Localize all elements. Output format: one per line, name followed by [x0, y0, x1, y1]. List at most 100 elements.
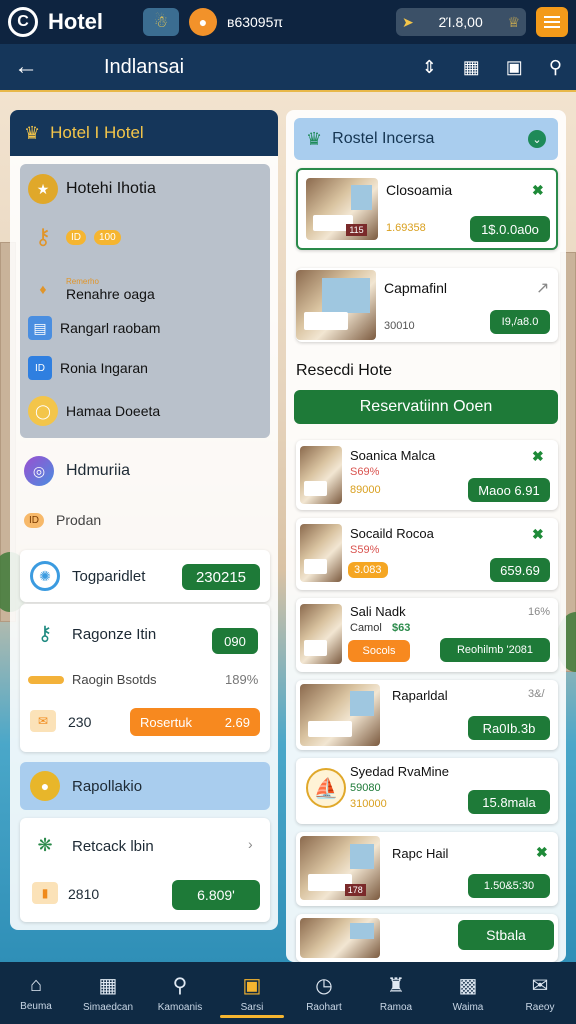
- menu-item-label: Hamaa Doeeta: [66, 403, 161, 419]
- orange-row-value: 230: [68, 714, 92, 730]
- prodan-tag: ID: [24, 512, 44, 528]
- tab-label: Waima: [452, 1002, 484, 1013]
- hotel-price-button[interactable]: 1$.0.0a0o: [470, 216, 550, 242]
- menu-item-label: Ronia Ingaran: [60, 360, 148, 376]
- hotel-price-button[interactable]: Maoo 6.91: [468, 478, 550, 502]
- hdmuria-row[interactable]: ◎ Hdmuriia: [24, 456, 130, 486]
- tab-label: Raohart: [306, 1002, 342, 1013]
- hotel-price-button[interactable]: Stbala: [458, 920, 554, 950]
- prodan-row[interactable]: ID Prodan: [24, 512, 101, 528]
- hotel-card[interactable]: Soanica Malca S69% 89000 ✖ Maoo 6.91: [296, 440, 558, 510]
- chevron-right-icon[interactable]: ›: [248, 836, 253, 852]
- calendar-icon: ▦: [98, 975, 118, 997]
- key-icon: ⚷: [37, 622, 53, 645]
- tab-raeoy[interactable]: ✉ Raeoy: [504, 962, 576, 1024]
- tab-simaedcan[interactable]: ▦ Simaedcan: [72, 962, 144, 1024]
- hotel-offer-pill[interactable]: Socols: [348, 640, 410, 662]
- network-icon: ❋: [37, 834, 53, 855]
- hotel-photo: [296, 270, 376, 340]
- hotel-price-button[interactable]: Reohilmb '2081: [440, 638, 550, 662]
- menu-item-renahre[interactable]: ♦ Remerho Renahre oaga: [28, 274, 154, 304]
- hotel-card[interactable]: Sali Nadk Camol $63 16% Socols Reohilmb …: [296, 598, 558, 672]
- progress-value: 189%: [225, 672, 259, 687]
- hotel-points: 310000: [350, 798, 387, 810]
- tab-label: Kamoanis: [157, 1002, 203, 1013]
- togparidlet-button[interactable]: 230215: [182, 564, 260, 590]
- tag-badge: 100: [94, 229, 121, 245]
- expand-icon[interactable]: ⌄: [528, 130, 546, 148]
- check-icon: ✖: [532, 182, 544, 198]
- retack-label[interactable]: Retcack lbin: [72, 838, 154, 855]
- tab-sarsi[interactable]: ▣ Sarsi: [216, 962, 288, 1024]
- filter-icon[interactable]: ⇕: [422, 57, 437, 78]
- medal-icon: ★: [28, 174, 58, 204]
- bellboy-icon[interactable]: ☃: [143, 8, 179, 36]
- reservation-open-button[interactable]: Reservatiinn Ooen: [294, 390, 558, 424]
- hotel-name: Syedad RvaMine: [350, 764, 449, 779]
- message-icon: ✉: [531, 975, 549, 997]
- left-panel-title: Hotel I Hotel: [50, 123, 144, 142]
- hotel-points: 89000: [350, 484, 381, 496]
- hotel-price-button[interactable]: 1.50&5:30: [468, 874, 550, 898]
- back-arrow-icon[interactable]: ←: [14, 53, 44, 81]
- menu-item-tags[interactable]: ⚷ ID 100: [28, 222, 121, 252]
- tab-raohart[interactable]: ◷ Raohart: [288, 962, 360, 1024]
- rapollakio-card[interactable]: ● Rapollakio: [20, 762, 270, 810]
- prodan-label: Prodan: [56, 512, 102, 528]
- menu-item-rangarl[interactable]: ▤ Rangarl raobam: [28, 316, 160, 340]
- feather-icon: ➤: [402, 13, 414, 30]
- bookmark-icon[interactable]: ▦: [463, 57, 480, 78]
- hotel-sub: 30010: [384, 320, 415, 332]
- togparidlet-card[interactable]: ✺ Togparidlet 230215: [20, 550, 270, 602]
- hotel-card[interactable]: Stbala: [296, 914, 558, 962]
- tab-label: Raeoy: [525, 1002, 555, 1013]
- hotel-card[interactable]: Capmafinl ↗ 30010 I9,/a8.0: [296, 268, 558, 342]
- ragonze-button[interactable]: 090: [212, 628, 258, 654]
- wallet-balance[interactable]: ➤ 2Ί.8,00 ♕: [396, 8, 526, 36]
- tab-label: Ramoa: [379, 1002, 413, 1013]
- left-panel-header: ♛ Hotel I Hotel: [10, 110, 278, 156]
- tab-kamoanis[interactable]: ⚲ Kamoanis: [144, 962, 216, 1024]
- hotel-price-button[interactable]: 15.8mala: [468, 790, 550, 814]
- menu-button[interactable]: [536, 7, 568, 37]
- tab-label: Beuma: [20, 1001, 52, 1012]
- menu-item-hotel[interactable]: ★ Hotehi Ihotia: [28, 174, 156, 204]
- ship-icon: ⛵: [306, 768, 346, 808]
- search-icon[interactable]: ⚲: [549, 57, 562, 78]
- hotel-sub: 59080: [350, 782, 381, 794]
- tab-beuma[interactable]: ⌂ Beuma: [0, 962, 72, 1024]
- hotel-card[interactable]: ⛵ Syedad RvaMine 59080 310000 15.8mala: [296, 758, 558, 824]
- check-icon: ✖: [532, 526, 544, 542]
- menu-item-ronia[interactable]: ID Ronia Ingaran: [28, 356, 148, 380]
- check-icon: ✖: [536, 844, 548, 860]
- menu-item-hamaa[interactable]: ◯ Hamaa Doeeta: [28, 396, 160, 426]
- bottom-row-button[interactable]: 6.809': [172, 880, 260, 910]
- coin-icon[interactable]: ●: [189, 8, 217, 36]
- status-bar: C Hotel ☃ ● ʙ63095π ➤ 2Ί.8,00 ♕: [0, 0, 576, 44]
- hotel-price-button[interactable]: 659.69: [490, 558, 550, 582]
- hotel-card[interactable]: 178 Rapc Hail ✖ 1.50&5:30: [296, 832, 558, 906]
- folder-icon: ▮: [32, 882, 58, 904]
- page-title: Indlansai: [104, 55, 185, 78]
- clock-icon: ◷: [315, 975, 333, 997]
- hotel-card[interactable]: 115 Closoamia ✖ 1.69358 1$.0.0a0o: [296, 168, 558, 250]
- hotel-discount: S59%: [350, 544, 380, 556]
- coin-icon: ●: [30, 771, 60, 801]
- tag-badge: ID: [66, 229, 86, 245]
- briefcase-icon[interactable]: ▣: [506, 57, 523, 78]
- menu-item-caption: Remerho: [66, 276, 99, 286]
- building-icon: ♜: [387, 975, 405, 997]
- ragonze-card: ⚷ Ragonze Itin 090 Raogin Bsotds 189% ✉ …: [20, 604, 270, 752]
- crown-icon: ♛: [306, 128, 323, 149]
- right-panel-header: ♛ Rostel Incersa ⌄: [294, 118, 558, 160]
- right-panel: ♛ Rostel Incersa ⌄ 115 Closoamia ✖ 1.693…: [286, 110, 566, 962]
- tab-waima[interactable]: ▩ Waima: [432, 962, 504, 1024]
- hotel-price-button[interactable]: Ra0Ib.3b: [468, 716, 550, 740]
- hotel-card[interactable]: Socaild Rocoa S59% 3.083 ✖ 659.69: [296, 518, 558, 590]
- hotel-price-button[interactable]: I9,/a8.0: [490, 310, 550, 334]
- rosertuk-button[interactable]: Rosertuk 2.69: [130, 708, 260, 736]
- menu-item-label: Rangarl raobam: [60, 320, 161, 336]
- hotel-card[interactable]: Raparldal 3&/ Ra0Ib.3b: [296, 680, 558, 750]
- hotel-name: Soanica Malca: [350, 448, 436, 463]
- tab-ramoa[interactable]: ♜ Ramoa: [360, 962, 432, 1024]
